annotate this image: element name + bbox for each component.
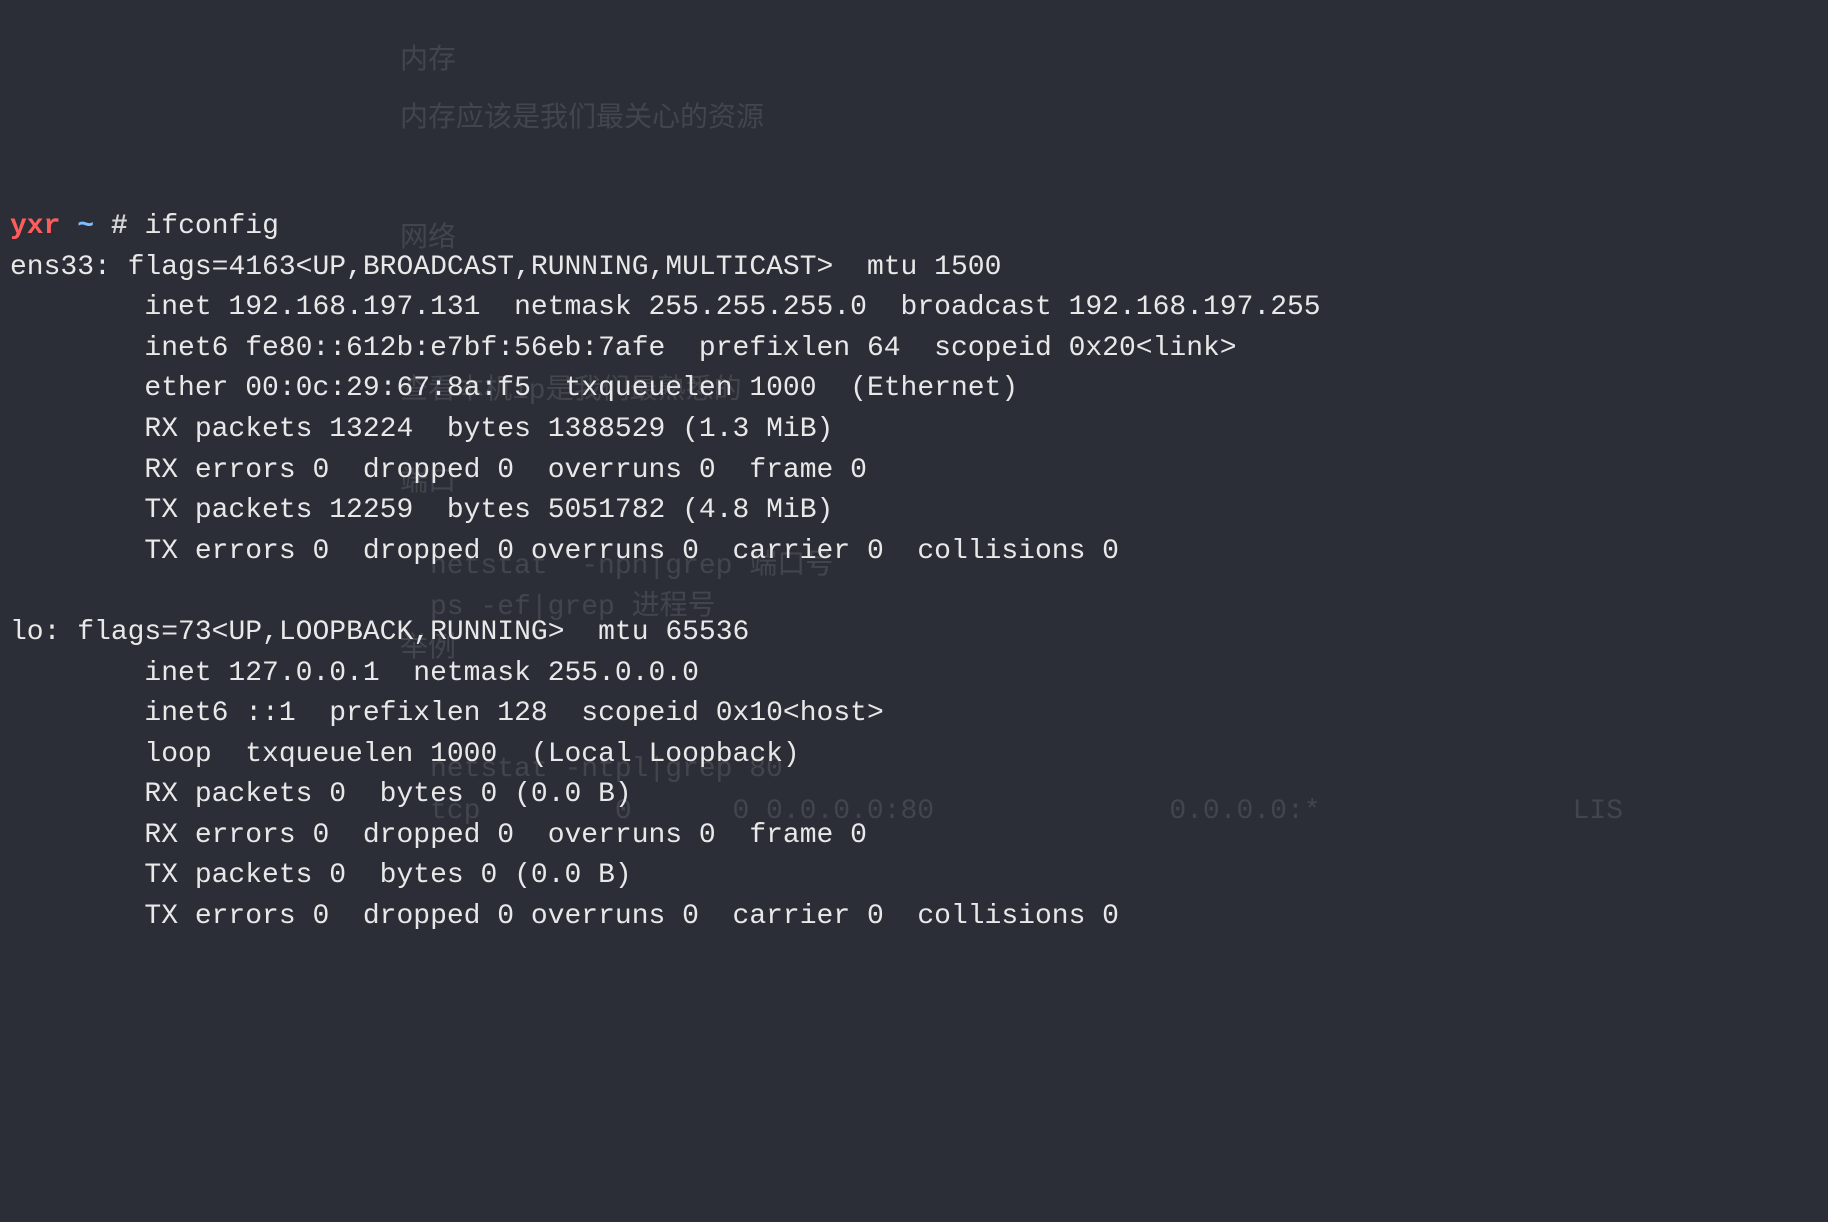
iface-lo-line: inet6 ::1 prefixlen 128 scopeid 0x10<hos… <box>10 698 884 729</box>
iface-ens33-line: RX errors 0 dropped 0 overruns 0 frame 0 <box>10 455 867 486</box>
prompt-dir: ~ <box>77 211 94 242</box>
ghost-text: 内存 <box>400 42 456 83</box>
terminal-output: yxr ~ # ifconfig ens33: flags=4163<UP,BR… <box>10 166 1818 937</box>
iface-lo-line: RX errors 0 dropped 0 overruns 0 frame 0 <box>10 820 867 851</box>
prompt-symbol: # <box>111 211 128 242</box>
iface-lo-header: lo: flags=73<UP,LOOPBACK,RUNNING> mtu 65… <box>10 617 749 648</box>
iface-ens33-header: ens33: flags=4163<UP,BROADCAST,RUNNING,M… <box>10 252 1001 283</box>
iface-lo-line: TX errors 0 dropped 0 overruns 0 carrier… <box>10 901 1119 932</box>
iface-ens33-line: RX packets 13224 bytes 1388529 (1.3 MiB) <box>10 414 833 445</box>
iface-lo-line: inet 127.0.0.1 netmask 255.0.0.0 <box>10 658 699 689</box>
iface-lo-line: loop txqueuelen 1000 (Local Loopback) <box>10 739 800 770</box>
iface-lo-line: RX packets 0 bytes 0 (0.0 B) <box>10 779 632 810</box>
iface-ens33-line: ether 00:0c:29:67:8a:f5 txqueuelen 1000 … <box>10 373 1018 404</box>
command-text: ifconfig <box>144 211 278 242</box>
iface-ens33-line: TX errors 0 dropped 0 overruns 0 carrier… <box>10 536 1119 567</box>
iface-ens33-line: TX packets 12259 bytes 5051782 (4.8 MiB) <box>10 495 833 526</box>
ghost-text: 内存应该是我们最关心的资源 <box>400 100 764 141</box>
iface-lo-line: TX packets 0 bytes 0 (0.0 B) <box>10 860 632 891</box>
iface-ens33-line: inet6 fe80::612b:e7bf:56eb:7afe prefixle… <box>10 333 1237 364</box>
prompt-user: yxr <box>10 211 60 242</box>
iface-ens33-line: inet 192.168.197.131 netmask 255.255.255… <box>10 292 1321 323</box>
